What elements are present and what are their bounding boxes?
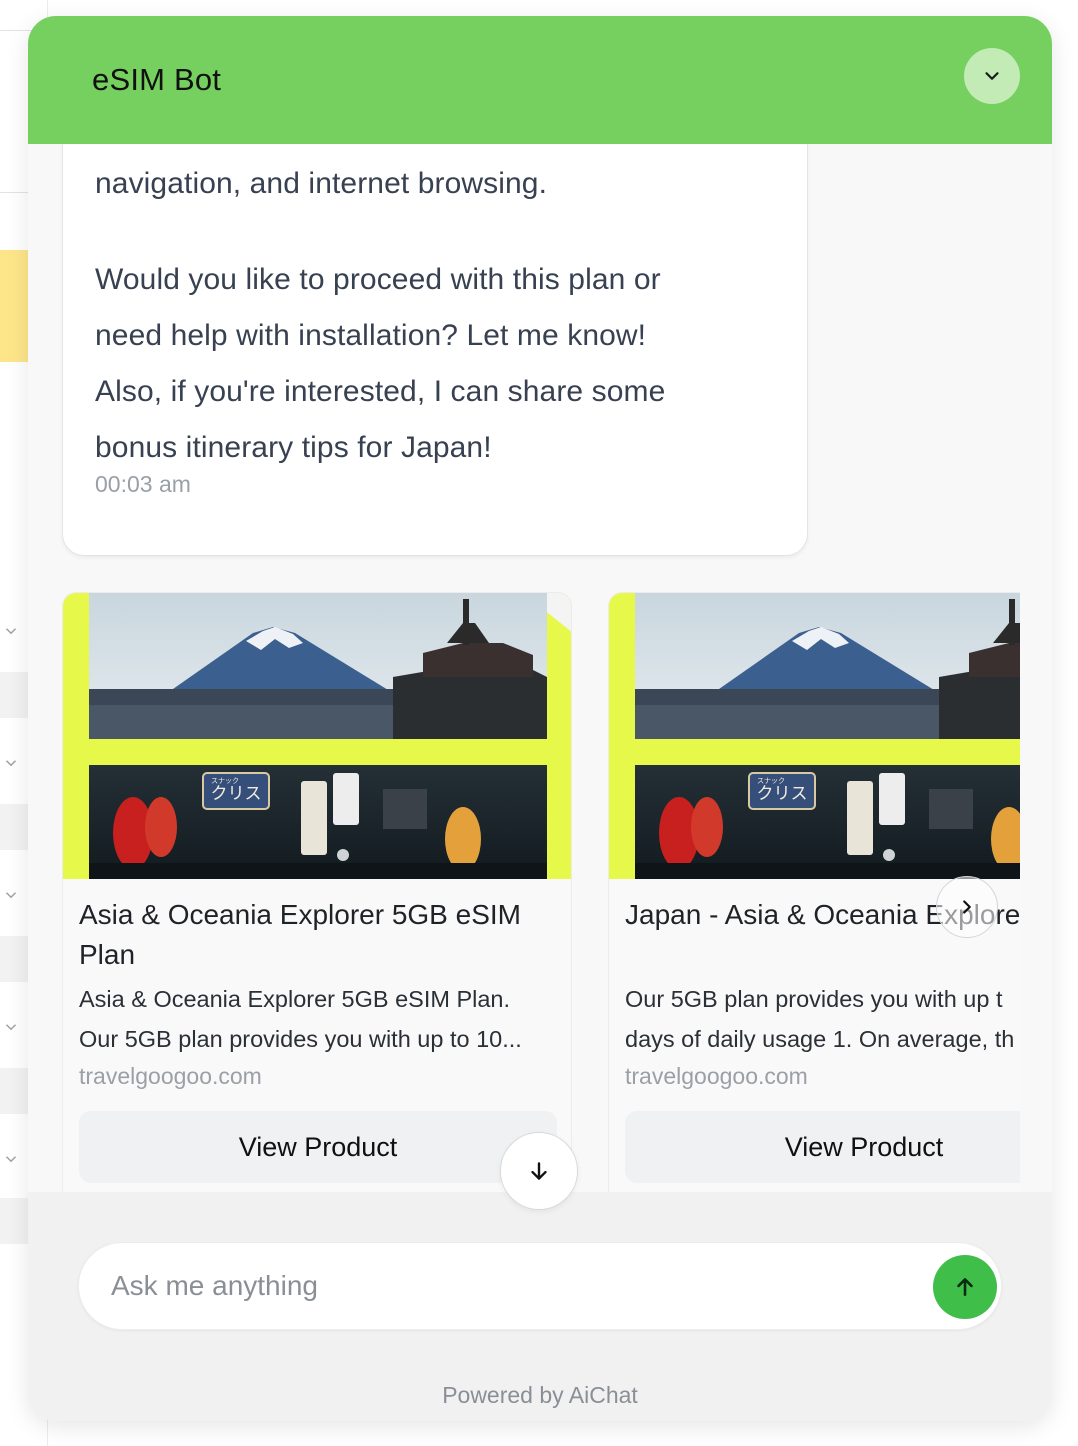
product-domain: travelgoogoo.com bbox=[79, 1063, 262, 1089]
message-text: navigation, and internet browsing. bbox=[95, 167, 548, 200]
message-text: need help with installation? Let me know… bbox=[95, 319, 647, 352]
background-row bbox=[0, 804, 28, 850]
message-text: Also, if you're interested, I can share … bbox=[95, 375, 666, 408]
product-image: クリス スナック bbox=[609, 593, 1020, 879]
chat-title: eSIM Bot bbox=[92, 62, 222, 97]
chat-footer: Powered by AiChat bbox=[28, 1192, 1052, 1421]
scroll-to-bottom-button[interactable] bbox=[500, 1132, 578, 1210]
send-button[interactable] bbox=[933, 1255, 997, 1319]
product-domain: travelgoogoo.com bbox=[625, 1063, 808, 1089]
arrow-up-icon bbox=[957, 1278, 973, 1296]
product-description-line: days of daily usage 1. On average, th bbox=[625, 1026, 1015, 1052]
view-product-button[interactable]: View Product bbox=[625, 1111, 1020, 1183]
product-description-line: Asia & Oceania Explorer 5GB eSIM Plan. bbox=[79, 986, 511, 1012]
chevron-down-icon[interactable] bbox=[2, 1018, 20, 1036]
chevron-down-icon[interactable] bbox=[2, 886, 20, 904]
background-row bbox=[0, 1068, 28, 1114]
message-input[interactable] bbox=[111, 1243, 911, 1329]
sign-text: クリス bbox=[757, 784, 808, 804]
message-timestamp: 00:03 am bbox=[95, 471, 191, 497]
product-image: クリス スナック bbox=[63, 593, 571, 879]
background-row bbox=[0, 936, 28, 982]
sign-text: クリス bbox=[211, 784, 262, 804]
sign-text: スナック bbox=[211, 777, 239, 785]
chevron-right-icon bbox=[963, 900, 971, 914]
collapse-button[interactable] bbox=[964, 48, 1020, 104]
carousel-next-button[interactable] bbox=[936, 876, 998, 938]
sign-text: スナック bbox=[757, 777, 785, 785]
arrow-down-icon bbox=[531, 1162, 547, 1180]
message-composer bbox=[78, 1242, 1002, 1330]
background-row bbox=[0, 672, 28, 718]
product-description: Our 5GB plan provides you with up t days… bbox=[625, 979, 1020, 1059]
view-product-button[interactable]: View Product bbox=[79, 1111, 557, 1183]
chevron-down-icon[interactable] bbox=[2, 754, 20, 772]
product-title[interactable]: Asia & Oceania Explorer 5GB eSIM Plan bbox=[79, 895, 549, 975]
message-list[interactable]: navigation, and internet browsing. Would… bbox=[28, 144, 1052, 1192]
message-text: Would you like to proceed with this plan… bbox=[95, 263, 661, 296]
product-carousel[interactable]: クリス スナック Asia & Oceania Explorer 5GB eSI… bbox=[62, 592, 1020, 1192]
chat-widget: eSIM Bot navigation, and internet browsi… bbox=[28, 16, 1052, 1421]
product-description-line: Our 5GB plan provides you with up to 10.… bbox=[79, 1026, 522, 1052]
bot-message: navigation, and internet browsing. Would… bbox=[62, 144, 808, 556]
chevron-down-icon[interactable] bbox=[2, 622, 20, 640]
chat-header: eSIM Bot bbox=[28, 16, 1052, 144]
chevron-down-icon bbox=[985, 72, 999, 80]
powered-by-text: Powered by AiChat bbox=[442, 1382, 638, 1408]
background-row bbox=[0, 1198, 28, 1244]
chevron-down-icon[interactable] bbox=[2, 1150, 20, 1168]
background-highlight bbox=[0, 250, 28, 362]
product-description: Asia & Oceania Explorer 5GB eSIM Plan. O… bbox=[79, 979, 541, 1059]
message-text: bonus itinerary tips for Japan! bbox=[95, 431, 492, 464]
product-description-line: Our 5GB plan provides you with up t bbox=[625, 986, 1003, 1012]
product-card[interactable]: クリス スナック Asia & Oceania Explorer 5GB eSI… bbox=[62, 592, 572, 1192]
